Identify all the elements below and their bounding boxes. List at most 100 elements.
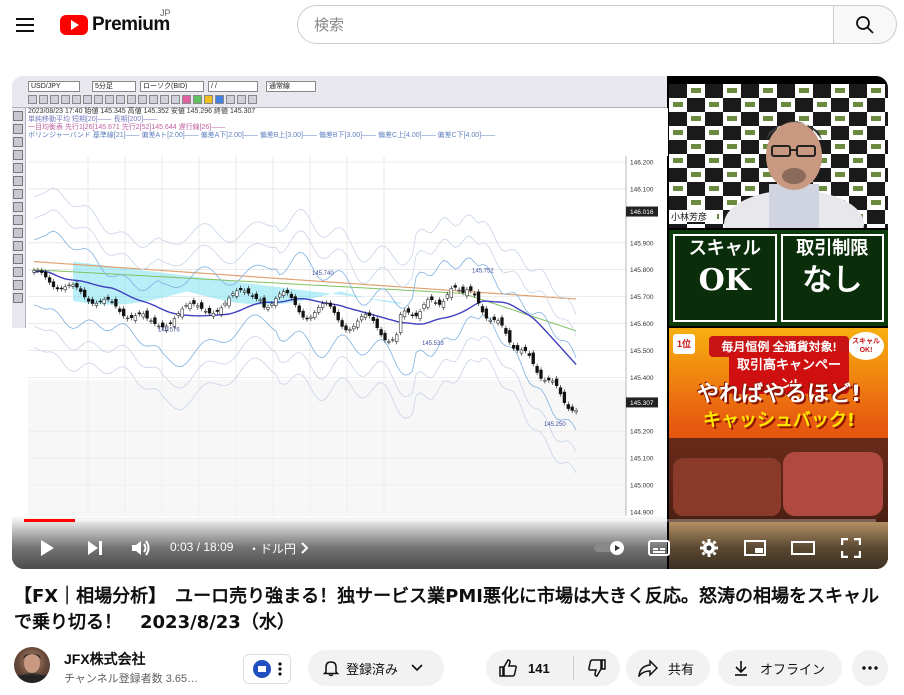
color-swatch[interactable] xyxy=(193,95,202,104)
like-button[interactable]: 141 xyxy=(486,656,574,680)
candle-body xyxy=(375,318,379,329)
tool-button[interactable] xyxy=(13,111,23,121)
share-icon xyxy=(638,659,658,677)
candle-body xyxy=(106,296,110,300)
candle-body xyxy=(63,286,67,291)
candle-body xyxy=(55,287,60,290)
tool-button[interactable] xyxy=(171,95,180,104)
candle-body xyxy=(67,284,71,287)
candle-body xyxy=(141,313,145,318)
tool-button[interactable] xyxy=(13,163,23,173)
color-swatch[interactable] xyxy=(182,95,191,104)
chevron-right-icon[interactable] xyxy=(298,536,312,560)
tool-button[interactable] xyxy=(13,202,23,212)
tool-button[interactable] xyxy=(237,95,246,104)
subtitles-button[interactable] xyxy=(646,536,672,560)
tool-button[interactable] xyxy=(127,95,136,104)
menu-icon[interactable] xyxy=(12,12,38,38)
tool-button[interactable] xyxy=(13,280,23,290)
search-button[interactable] xyxy=(833,5,897,44)
tool-button[interactable] xyxy=(13,267,23,277)
tool-button[interactable] xyxy=(13,176,23,186)
tool-button[interactable] xyxy=(13,215,23,225)
candle-body xyxy=(51,281,56,288)
tool-button[interactable] xyxy=(248,95,257,104)
date-field[interactable]: / / xyxy=(208,81,258,92)
tool-button[interactable] xyxy=(105,95,114,104)
candle-body xyxy=(539,369,543,379)
timeframe-select[interactable]: 5分足 xyxy=(92,81,136,92)
candle-body xyxy=(258,299,262,302)
chapter-title[interactable]: ・ドル円 xyxy=(248,540,296,557)
more-actions-button[interactable] xyxy=(852,650,888,686)
tool-button[interactable] xyxy=(160,95,169,104)
tool-button[interactable] xyxy=(13,124,23,134)
candle-body xyxy=(153,317,157,324)
pair-select[interactable]: USD/JPY xyxy=(28,81,80,92)
tool-button[interactable] xyxy=(138,95,147,104)
candle-body xyxy=(418,311,422,319)
tool-button[interactable] xyxy=(72,95,81,104)
candle-body xyxy=(414,312,418,317)
candle-body xyxy=(426,299,430,308)
tool-button[interactable] xyxy=(149,95,158,104)
tool-button[interactable] xyxy=(83,95,92,104)
next-button[interactable] xyxy=(82,536,108,560)
candle-body xyxy=(44,271,48,278)
volume-button[interactable] xyxy=(128,536,154,560)
subscribed-button[interactable]: 登録済み xyxy=(308,650,444,686)
chart-annotation: 145.533 xyxy=(422,341,444,347)
candle-body xyxy=(328,302,333,307)
tool-button[interactable] xyxy=(13,137,23,147)
play-button[interactable] xyxy=(34,536,60,560)
color-swatch[interactable] xyxy=(204,95,213,104)
candle-body xyxy=(114,299,118,307)
tool-button[interactable] xyxy=(13,241,23,251)
youtube-premium-logo[interactable]: Premium xyxy=(60,13,170,37)
tool-button[interactable] xyxy=(28,95,37,104)
tool-button[interactable] xyxy=(94,95,103,104)
zoom-plus-icon[interactable] xyxy=(13,293,23,303)
offline-download-button[interactable]: オフライン xyxy=(718,650,842,686)
subtitles-icon xyxy=(648,540,670,556)
candle-body xyxy=(313,312,317,318)
fullscreen-button[interactable] xyxy=(838,536,864,560)
tool-button[interactable] xyxy=(61,95,70,104)
channel-avatar[interactable] xyxy=(14,647,50,683)
video-player[interactable]: 145.740 145.752 145.576 145.533 145.250 146.… xyxy=(12,76,888,569)
progress-fill xyxy=(24,519,76,522)
share-button[interactable]: 共有 xyxy=(626,650,710,686)
candle-body xyxy=(270,303,274,306)
channel-member-badge[interactable] xyxy=(243,654,291,684)
autoplay-toggle[interactable] xyxy=(592,536,628,560)
tool-button[interactable] xyxy=(50,95,59,104)
candle-body xyxy=(379,329,383,336)
search-input[interactable]: 検索 xyxy=(297,5,834,44)
theater-mode-button[interactable] xyxy=(790,536,816,560)
tool-button[interactable] xyxy=(116,95,125,104)
tool-button[interactable] xyxy=(13,254,23,264)
settings-button[interactable] xyxy=(696,536,722,560)
candle-body xyxy=(395,334,399,342)
candle-body xyxy=(566,404,570,409)
tool-button[interactable] xyxy=(226,95,235,104)
progress-bar[interactable] xyxy=(24,519,876,522)
price-label: 145.900 xyxy=(630,240,654,247)
candle-body xyxy=(457,289,461,292)
candle-body xyxy=(278,293,282,298)
tool-button[interactable] xyxy=(39,95,48,104)
tool-button[interactable] xyxy=(13,228,23,238)
mode-select[interactable]: 通常線 xyxy=(266,81,316,92)
chart-type-select[interactable]: ローソク(BID) xyxy=(140,81,204,92)
miniplayer-button[interactable] xyxy=(742,536,768,560)
tool-button[interactable] xyxy=(13,189,23,199)
ad-headline-2: キャッシュバック! xyxy=(702,410,856,431)
chart-info-line: 一目均衡表 先行1[26]145.671 先行2[52]145.644 遅行線[… xyxy=(28,124,226,131)
color-swatch[interactable] xyxy=(215,95,224,104)
dislike-button[interactable] xyxy=(574,658,620,678)
chart-annotation: 145.576 xyxy=(158,328,180,334)
candle-body xyxy=(71,284,75,287)
tool-button[interactable] xyxy=(13,150,23,160)
price-label: 146.200 xyxy=(630,160,654,167)
channel-name[interactable]: JFX株式会社 xyxy=(64,649,146,669)
